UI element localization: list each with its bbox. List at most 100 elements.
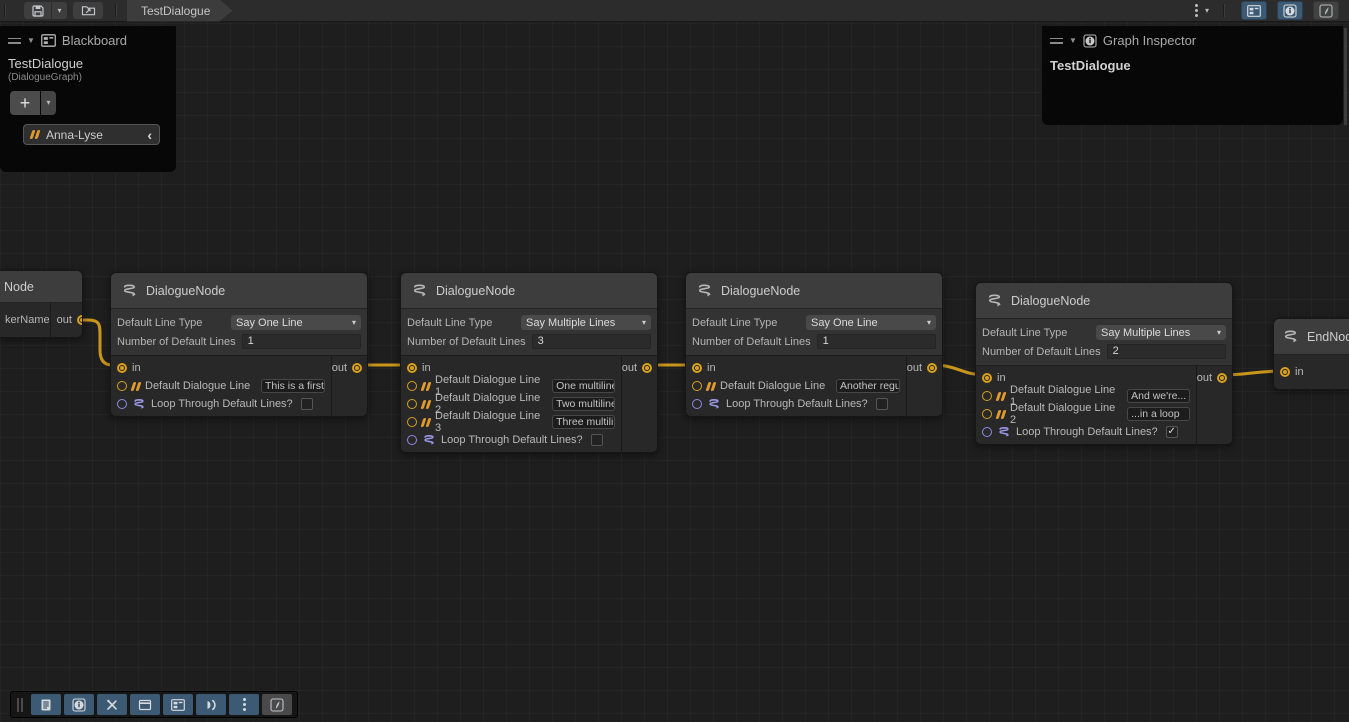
num-lines-label: Number of Default Lines [407,336,526,348]
panel-drag-handle[interactable] [8,38,21,44]
toolbar-drag-handle[interactable] [17,698,23,712]
graph-tab-label: TestDialogue [141,4,210,18]
dialogue-line-port[interactable] [982,409,992,419]
add-variable-options-button[interactable]: ▾ [41,91,56,115]
out-port[interactable] [1217,373,1227,383]
tools-panel-button[interactable] [97,694,127,715]
out-port[interactable] [642,363,652,373]
dialogue-line-value[interactable]: This is a first [261,379,325,393]
loop-checkbox[interactable] [876,398,888,410]
panel-drag-handle[interactable] [1050,38,1063,44]
loop-checkbox[interactable] [591,434,603,446]
dialogue-tool-button[interactable] [262,694,292,715]
in-port[interactable] [1280,367,1290,377]
speaker-node-partial[interactable]: Node kerName out [0,270,83,338]
console-panel-button[interactable] [31,694,61,715]
dialogue-line-port[interactable] [407,399,417,409]
dialogue-line-label: Default Dialogue Line 3 [435,410,547,434]
out-port[interactable] [352,363,362,373]
dialogue-node-icon [986,293,1003,308]
dialogue-line-value[interactable]: ...in a loop [1127,407,1190,421]
blackboard-title: Blackboard [62,33,127,48]
out-port[interactable] [77,315,83,325]
dialogue-node-4[interactable]: DialogueNode Default Line Type Say Multi… [975,282,1233,445]
blackboard-icon [171,699,185,711]
loop-label: Loop Through Default Lines? [726,398,868,410]
options-menu-button[interactable]: ▾ [1191,4,1209,17]
in-port[interactable] [692,363,702,373]
loop-port[interactable] [117,399,127,409]
playback-panel-button[interactable] [196,694,226,715]
line-type-label: Default Line Type [982,327,1067,339]
line-type-dropdown[interactable]: Say Multiple Lines▾ [1096,325,1226,340]
blackboard-panel-button[interactable] [163,694,193,715]
blackboard-graph-type: (DialogueGraph) [0,71,176,83]
line-type-dropdown[interactable]: Say One Line▾ [806,315,936,330]
loop-port[interactable] [692,399,702,409]
dropdown-arrow-icon: ▾ [927,319,931,327]
inspector-panel-button[interactable] [64,694,94,715]
loop-icon [132,398,146,410]
node-title-label: DialogueNode [436,284,515,298]
dialogue-line-label: Default Dialogue Line [145,380,250,392]
dialogue-line-port[interactable] [982,391,992,401]
save-options-button[interactable]: ▾ [52,2,67,19]
graph-tab[interactable]: TestDialogue [127,0,232,22]
line-type-dropdown[interactable]: Say Multiple Lines▾ [521,315,651,330]
out-port-label: out [622,362,637,374]
dropdown-arrow-icon: ▾ [1217,329,1221,337]
loop-port[interactable] [982,427,992,437]
loop-port[interactable] [407,435,417,445]
dropdown-arrow-icon: ▾ [352,319,356,327]
dialogue-line-value[interactable]: And we're... [1127,389,1190,403]
speaker-name-label: kerName [3,314,50,326]
dialogue-line-value[interactable]: Two multiline [552,397,615,411]
in-port[interactable] [117,363,127,373]
graph-inspector-panel: ▼ Graph Inspector TestDialogue [1042,26,1343,125]
collapse-triangle-icon[interactable]: ▼ [1069,37,1077,45]
toolbar-drag-handle[interactable] [4,4,6,17]
loop-checkbox[interactable] [301,398,313,410]
save-button[interactable] [24,2,51,19]
collapse-chevron-icon[interactable]: ‹ [147,128,152,142]
load-graph-button[interactable] [73,2,103,19]
num-lines-label: Number of Default Lines [982,346,1101,358]
quote-icon [422,382,430,391]
dialogue-line-value[interactable]: Another regu [836,379,900,393]
in-port[interactable] [982,373,992,383]
kebab-menu-icon [239,698,250,711]
dialogue-line-port[interactable] [407,417,417,427]
panel-resize-handle[interactable] [1344,28,1347,125]
dialogue-line-value[interactable]: Three multili [552,415,615,429]
dialogue-node-1[interactable]: DialogueNode Default Line Type Say One L… [110,272,368,417]
dialogue-line-port[interactable] [692,381,702,391]
dialogue-node-3[interactable]: DialogueNode Default Line Type Say One L… [685,272,943,417]
dialogue-node-2[interactable]: DialogueNode Default Line Type Say Multi… [400,272,658,453]
dialogue-node-icon [121,283,138,298]
out-port[interactable] [927,363,937,373]
num-lines-input[interactable]: 3 [532,334,651,349]
info-icon [1083,34,1097,48]
more-options-button[interactable] [229,694,259,715]
dialogue-tool-toggle-button[interactable] [1313,1,1339,20]
inspector-toggle-button[interactable] [1277,1,1303,20]
num-lines-input[interactable]: 1 [817,334,936,349]
in-port-label: in [422,362,431,374]
add-variable-button[interactable]: + [10,91,40,115]
in-port[interactable] [407,363,417,373]
quote-icon [422,400,430,409]
dialogue-line-port[interactable] [407,381,417,391]
collapse-triangle-icon[interactable]: ▼ [27,37,35,45]
loop-checkbox[interactable]: ✓ [1166,426,1178,438]
num-lines-input[interactable]: 1 [242,334,361,349]
blackboard-field-anna-lyse[interactable]: Anna-Lyse ‹ [23,124,160,145]
dialogue-line-value[interactable]: One multiline [552,379,615,393]
end-node[interactable]: EndNode in [1273,318,1349,390]
dialogue-line-port[interactable] [117,381,127,391]
blackboard-toggle-button[interactable] [1241,1,1267,20]
window-panel-button[interactable] [130,694,160,715]
line-type-dropdown[interactable]: Say One Line▾ [231,315,361,330]
blackboard-panel: ▼ Blackboard TestDialogue (DialogueGraph… [0,26,176,172]
node-title: DialogueNode [976,283,1232,319]
num-lines-input[interactable]: 2 [1107,344,1226,359]
